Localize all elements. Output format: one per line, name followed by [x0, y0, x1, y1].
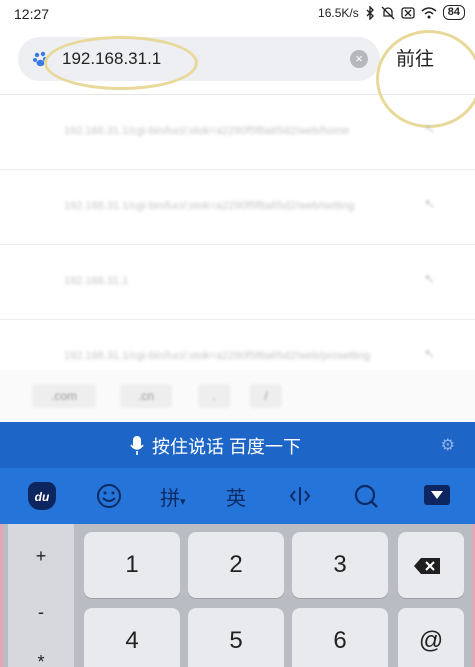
pinyin-label: 拼 — [160, 488, 180, 510]
suggestion-item[interactable]: 192.168.31.1/cgi-bin/luci/;stok=a2290f5f… — [0, 95, 475, 170]
backspace-icon — [414, 558, 440, 574]
screen-edge-left — [0, 524, 3, 667]
voice-label-group: 按住说话 百度一下 — [130, 433, 301, 459]
sim-off-icon — [401, 6, 415, 19]
hide-keyboard-icon[interactable] — [424, 485, 450, 505]
fill-arrow-icon[interactable]: ↖ — [424, 196, 435, 212]
key-3[interactable]: 3 — [292, 532, 388, 598]
ime-toolbar: du 拼▾ 英 — [0, 468, 475, 524]
emoji-icon[interactable] — [96, 483, 122, 509]
screen: 12:27 16.5K/s 84 × 前往 192.1 — [0, 0, 475, 667]
symbol-minus[interactable]: - — [8, 602, 74, 623]
url-input[interactable] — [62, 45, 332, 73]
voice-label: 按住说话 百度一下 — [152, 437, 302, 457]
backspace-key[interactable] — [398, 532, 464, 598]
key-1[interactable]: 1 — [84, 532, 180, 598]
fill-arrow-icon[interactable]: ↖ — [424, 346, 435, 362]
quick-input-chip[interactable]: .com — [32, 384, 96, 408]
quick-input-chip[interactable]: . — [198, 384, 230, 408]
suggestion-text: 192.168.31.1/cgi-bin/luci/;stok=a2290f5f… — [64, 350, 371, 362]
fill-arrow-icon[interactable]: ↖ — [424, 271, 435, 287]
go-button[interactable]: 前往 — [396, 44, 434, 71]
key-6[interactable]: 6 — [292, 608, 388, 667]
du-logo[interactable]: du — [28, 482, 56, 510]
symbol-plus[interactable]: + — [8, 546, 74, 567]
suggestion-text: 192.168.31.1/cgi-bin/luci/;stok=a2290f5f… — [64, 200, 355, 212]
english-mode[interactable]: 英 — [226, 482, 246, 511]
baidu-paw-icon — [33, 51, 47, 67]
mute-bell-icon — [381, 6, 395, 19]
pinyin-mode[interactable]: 拼▾ — [160, 482, 186, 511]
suggestion-text: 192.168.31.1 — [64, 275, 129, 287]
cursor-icon[interactable] — [288, 484, 312, 508]
key-2[interactable]: 2 — [188, 532, 284, 598]
suggestion-item[interactable]: 192.168.31.1 ↖ — [0, 245, 475, 320]
address-bar: × 前往 — [0, 30, 475, 95]
quick-input-chip[interactable]: .cn — [120, 384, 172, 408]
status-bar: 12:27 16.5K/s 84 — [0, 0, 475, 30]
fill-arrow-icon[interactable]: ↖ — [424, 121, 435, 137]
voice-input-bar[interactable]: 按住说话 百度一下 ⚙ — [0, 422, 475, 468]
search-icon[interactable] — [353, 483, 379, 509]
suggestion-text: 192.168.31.1/cgi-bin/luci/;stok=a2290f5f… — [64, 125, 350, 137]
key-5[interactable]: 5 — [188, 608, 284, 667]
wifi-icon — [421, 6, 437, 18]
battery-icon: 84 — [442, 5, 465, 20]
symbol-star[interactable]: * — [8, 652, 74, 667]
quick-input-row: .com .cn . / — [0, 370, 475, 422]
key-at[interactable]: @ — [398, 608, 464, 667]
key-4[interactable]: 4 — [84, 608, 180, 667]
settings-icon[interactable]: ⚙ — [441, 435, 455, 455]
suggestion-item[interactable]: 192.168.31.1/cgi-bin/luci/;stok=a2290f5f… — [0, 170, 475, 245]
url-field-container[interactable]: × — [18, 37, 380, 81]
network-speed: 16.5K/s — [318, 5, 359, 20]
mic-icon — [130, 436, 144, 455]
bluetooth-icon — [366, 5, 374, 20]
suggestion-list: 192.168.31.1/cgi-bin/luci/;stok=a2290f5f… — [0, 95, 475, 395]
numeric-keypad: + - * 1 2 3 4 5 6 @ — [0, 524, 475, 667]
status-icons: 16.5K/s 84 — [318, 5, 465, 20]
clear-icon[interactable]: × — [350, 50, 368, 68]
status-time: 12:27 — [14, 6, 50, 22]
symbol-column[interactable]: + - * — [8, 524, 74, 667]
quick-input-chip[interactable]: / — [250, 384, 282, 408]
